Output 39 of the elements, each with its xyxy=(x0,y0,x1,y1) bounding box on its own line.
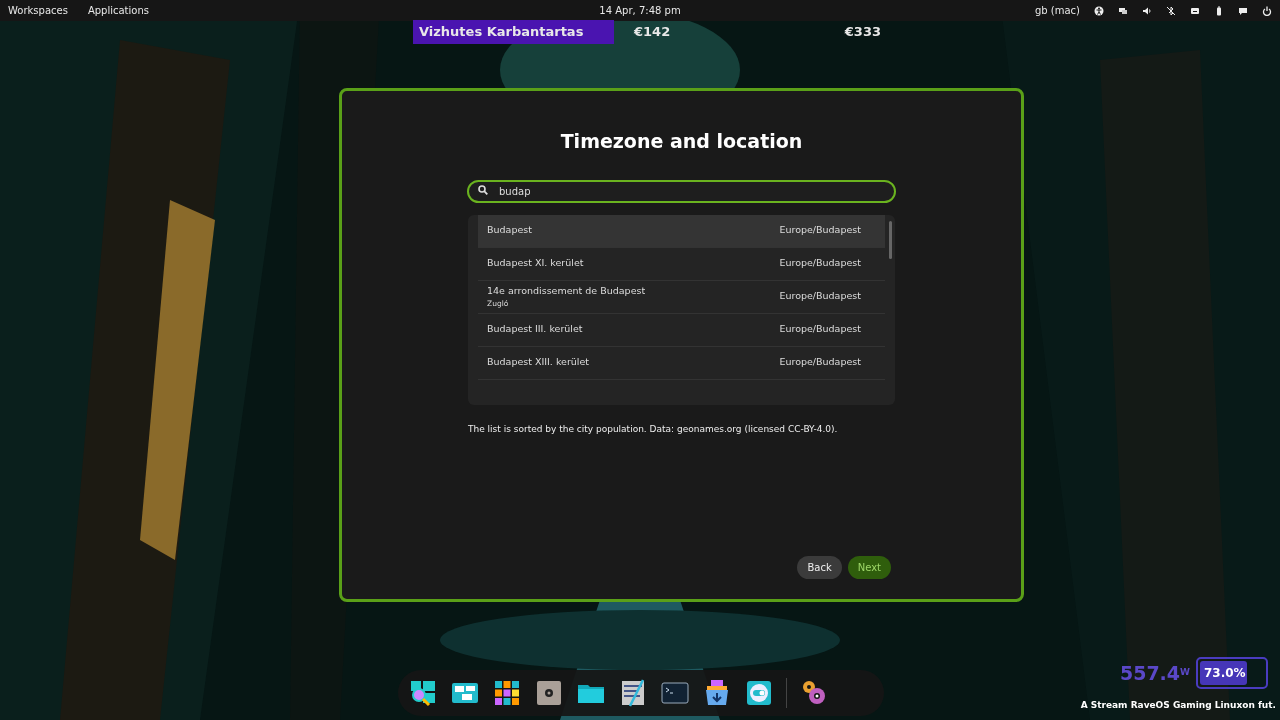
volume-icon[interactable] xyxy=(1142,5,1152,16)
stream-caption: A Stream RaveOS Gaming Linuxon fut. xyxy=(1079,699,1276,712)
result-row[interactable]: Budapest XIII. kerület Europe/Budapest xyxy=(478,346,885,380)
back-button[interactable]: Back xyxy=(797,556,842,579)
price-value: €333 xyxy=(844,23,881,42)
battery-icon[interactable] xyxy=(1214,5,1224,16)
bluetooth-icon[interactable] xyxy=(1166,5,1176,16)
city-name: Budapest XI. kerület xyxy=(487,256,584,271)
bar-label: Vizhutes Karbantartas xyxy=(413,20,614,44)
clock[interactable]: 14 Apr, 7:48 pm xyxy=(599,3,681,18)
timezone-name: Europe/Budapest xyxy=(779,223,861,238)
accessibility-icon[interactable] xyxy=(1094,5,1104,16)
result-row[interactable]: Budapest Europe/Budapest xyxy=(478,214,885,248)
price-value: €142 xyxy=(634,23,671,42)
dialog-title: Timezone and location xyxy=(560,129,803,154)
search-icon[interactable] xyxy=(408,678,438,708)
power-icon[interactable] xyxy=(1262,5,1272,16)
timezone-name: Europe/Budapest xyxy=(779,355,861,370)
timezone-name: Europe/Budapest xyxy=(779,289,861,304)
timezone-name: Europe/Budapest xyxy=(779,322,861,337)
city-name: 14e arrondissement de Budapest xyxy=(487,283,646,298)
panel-menu[interactable]: Workspaces xyxy=(8,3,68,18)
city-name: Budapest XIII. kerület xyxy=(487,355,590,370)
attribution-note: The list is sorted by the city population. Data: geonames.org (licensed CC-BY-4.0). xyxy=(468,422,839,436)
panel-menu[interactable]: Applications xyxy=(87,3,149,18)
chat-icon[interactable] xyxy=(1238,5,1248,16)
search-field[interactable]: budap xyxy=(467,179,896,203)
display-icon[interactable] xyxy=(1118,5,1128,16)
toggle-icon[interactable] xyxy=(744,678,774,708)
app-grid-icon[interactable] xyxy=(492,678,522,708)
keyboard-layout[interactable]: gb (mac) xyxy=(1034,3,1080,18)
city-name: Budapest III. kerület xyxy=(487,322,583,337)
city-name: Budapest xyxy=(487,223,532,238)
scrollbar[interactable] xyxy=(889,220,892,259)
power-reading: 557.4$^{W}$ xyxy=(1119,660,1190,686)
timezone-name: Europe/Budapest xyxy=(779,256,861,271)
result-row[interactable]: Budapest XI. kerület Europe/Budapest xyxy=(478,247,885,281)
battery-reading: 73.0% xyxy=(1204,665,1246,682)
result-row[interactable]: Budapest III. kerület Europe/Budapest xyxy=(478,313,885,347)
